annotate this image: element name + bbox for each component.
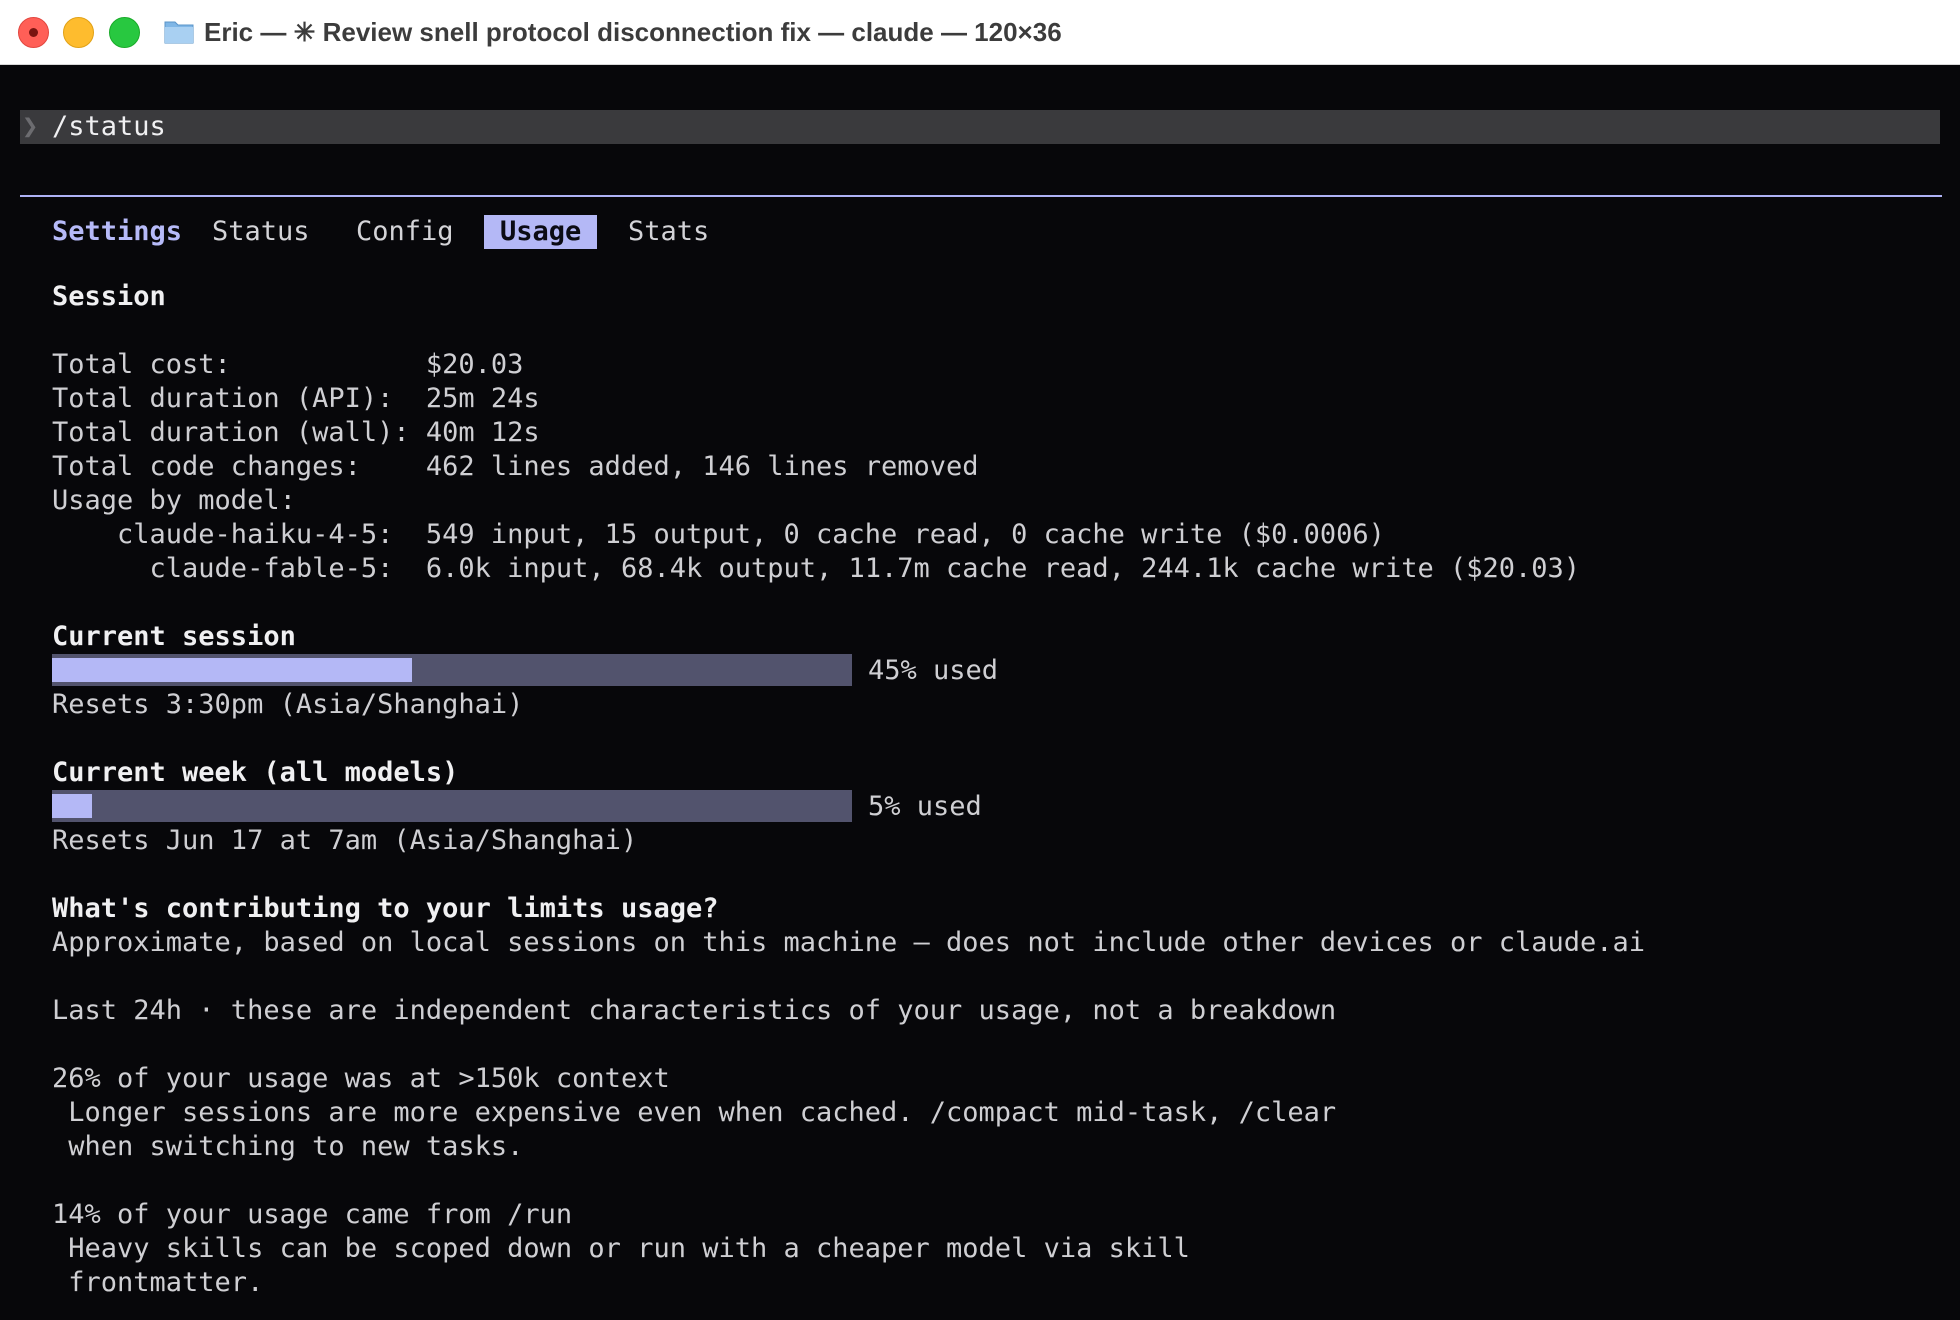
current-session-progress-bar: [52, 654, 852, 686]
stat-label: Total duration (API):: [52, 383, 426, 414]
title-bar: Eric — ✳ Review snell protocol disconnec…: [0, 0, 1960, 65]
close-window-button[interactable]: [18, 17, 49, 48]
stat-label: Total cost:: [52, 349, 426, 380]
prompt-input-line[interactable]: ❯ /status: [20, 110, 1940, 144]
current-week-percent: 5% used: [868, 791, 982, 822]
insight-run-headline: 14% of your usage came from /run: [52, 1199, 573, 1230]
current-week-heading: Current week (all models): [52, 757, 459, 788]
tab-status[interactable]: Status: [212, 215, 310, 249]
current-session-progress-fill: [52, 658, 412, 682]
current-session-reset: Resets 3:30pm (Asia/Shanghai): [52, 689, 524, 720]
insight-run-detail-cont: frontmatter.: [52, 1267, 264, 1298]
terminal-content[interactable]: ❯ /status Settings Status Config Usage S…: [0, 65, 1960, 1320]
current-week-progress-fill: [52, 794, 92, 818]
stat-value: $20.03: [425, 349, 524, 380]
model-name: claude-fable-5:: [52, 553, 426, 584]
last-24h-note: Last 24h · these are independent charact…: [52, 995, 1337, 1026]
usage-by-model-label: Usage by model:: [52, 485, 296, 516]
tab-usage[interactable]: Usage: [484, 215, 598, 249]
current-session-heading: Current session: [52, 621, 296, 652]
stat-row-duration-wall: Total duration (wall): 40m 12s: [52, 416, 540, 450]
insight-context-headline: 26% of your usage was at >150k context: [52, 1063, 670, 1094]
terminal-window: Eric — ✳ Review snell protocol disconnec…: [0, 0, 1960, 1320]
stat-value: 40m 12s: [425, 417, 540, 448]
session-heading: Session: [52, 281, 166, 312]
panel-divider: [20, 195, 1942, 197]
stat-row-code-changes: Total code changes: 462 lines added, 146…: [52, 450, 979, 484]
contributing-heading: What's contributing to your limits usage…: [52, 893, 719, 924]
stat-row-total-cost: Total cost: $20.03: [52, 348, 523, 382]
model-usage: 549 input, 15 output, 0 cache read, 0 ca…: [425, 519, 1385, 550]
stat-value: 25m 24s: [425, 383, 540, 414]
prompt-command: /status: [52, 111, 166, 142]
stat-label: Total code changes:: [52, 451, 426, 482]
current-week-reset: Resets Jun 17 at 7am (Asia/Shanghai): [52, 825, 638, 856]
insight-context-detail-cont: when switching to new tasks.: [52, 1131, 524, 1162]
current-session-percent: 45% used: [868, 655, 999, 686]
prompt-chevron-icon: ❯: [22, 111, 39, 142]
stat-row-duration-api: Total duration (API): 25m 24s: [52, 382, 540, 416]
current-week-progress-bar: [52, 790, 852, 822]
stat-label: Total duration (wall):: [52, 417, 426, 448]
stat-value: 462 lines added, 146 lines removed: [425, 451, 979, 482]
tab-stats[interactable]: Stats: [628, 215, 709, 249]
model-row-fable: claude-fable-5: 6.0k input, 68.4k output…: [52, 552, 1580, 586]
folder-icon: [164, 21, 194, 44]
zoom-window-button[interactable]: [109, 17, 140, 48]
insight-context-detail: Longer sessions are more expensive even …: [52, 1097, 1337, 1128]
model-name: claude-haiku-4-5:: [52, 519, 426, 550]
contributing-subtitle: Approximate, based on local sessions on …: [52, 927, 1646, 958]
tab-config[interactable]: Config: [356, 215, 454, 249]
insight-run-detail: Heavy skills can be scoped down or run w…: [52, 1233, 1190, 1264]
model-row-haiku: claude-haiku-4-5: 549 input, 15 output, …: [52, 518, 1385, 552]
minimize-window-button[interactable]: [63, 17, 94, 48]
model-usage: 6.0k input, 68.4k output, 11.7m cache re…: [425, 553, 1581, 584]
settings-title: Settings: [52, 216, 183, 247]
window-title: Eric — ✳ Review snell protocol disconnec…: [204, 17, 1062, 47]
